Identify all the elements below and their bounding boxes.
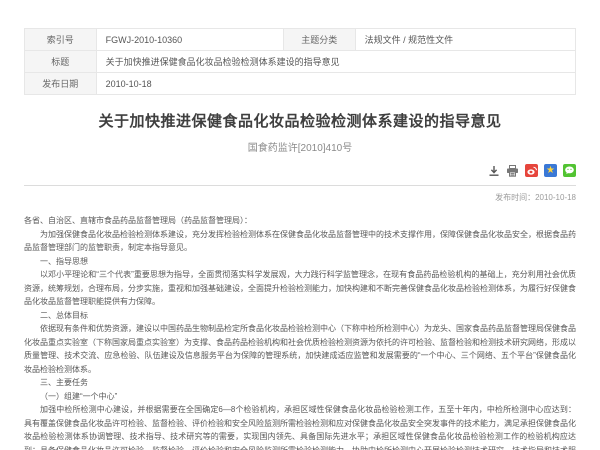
download-icon[interactable] — [488, 165, 500, 177]
body-paragraph: 一、指导思想 — [24, 255, 576, 269]
body-paragraph: 为加强保健食品化妆品检验检测体系建设，充分发挥检验检测体系在保健食品化妆品监督管… — [24, 228, 576, 255]
body-paragraph: （一）组建“一个中心” — [24, 390, 576, 404]
body-paragraph: 二、总体目标 — [24, 309, 576, 323]
meta-value-date: 2010-10-18 — [96, 73, 575, 95]
body-paragraph: 依据现有条件和优势资源，建设以中国药品生物制品检定所食品化妆品检验检测中心（下称… — [24, 322, 576, 376]
document-number: 国食药监许[2010]410号 — [24, 139, 576, 154]
publish-time-label: 发布时间： — [495, 193, 535, 202]
document-body: 各省、自治区、直辖市食品药品监督管理局（药品监督管理局）：为加强保健食品化妆品检… — [24, 214, 576, 450]
meta-label-title: 标题 — [25, 51, 97, 73]
table-row: 标题 关于加快推进保健食品化妆品检验检测体系建设的指导意见 — [25, 51, 576, 73]
table-row: 发布日期 2010-10-18 — [25, 73, 576, 95]
page-title: 关于加快推进保健食品化妆品检验检测体系建设的指导意见 — [24, 110, 576, 131]
document-meta-table: 索引号 FGWJ-2010-10360 主题分类 法规文件 / 规范性文件 标题… — [24, 28, 576, 95]
meta-label-index: 索引号 — [25, 29, 97, 51]
printer-icon[interactable] — [506, 165, 519, 177]
meta-label-date: 发布日期 — [25, 73, 97, 95]
publish-time: 发布时间：2010-10-18 — [24, 192, 576, 203]
meta-value-title: 关于加快推进保健食品化妆品检验检测体系建设的指导意见 — [96, 51, 575, 73]
meta-value-topic: 法规文件 / 规范性文件 — [355, 29, 575, 51]
document-page: 索引号 FGWJ-2010-10360 主题分类 法规文件 / 规范性文件 标题… — [24, 0, 576, 450]
meta-value-index: FGWJ-2010-10360 — [96, 29, 283, 51]
meta-label-topic: 主题分类 — [283, 29, 355, 51]
share-weibo-icon[interactable] — [525, 164, 538, 177]
article-toolbar: ★ — [24, 164, 576, 177]
share-wechat-icon[interactable] — [563, 164, 576, 177]
share-qzone-icon[interactable]: ★ — [544, 164, 557, 177]
table-row: 索引号 FGWJ-2010-10360 主题分类 法规文件 / 规范性文件 — [25, 29, 576, 51]
body-paragraph: 加强中检所检测中心建设，并根据需要在全国确定6—8个检验机构，承担区域性保健食品… — [24, 403, 576, 450]
title-divider — [24, 185, 576, 186]
publish-time-value: 2010-10-18 — [535, 193, 576, 202]
body-paragraph: 以邓小平理论和“三个代表”重要思想为指导，全面贯彻落实科学发展观，大力践行科学监… — [24, 268, 576, 309]
body-paragraph: 各省、自治区、直辖市食品药品监督管理局（药品监督管理局）： — [24, 214, 576, 228]
body-paragraph: 三、主要任务 — [24, 376, 576, 390]
